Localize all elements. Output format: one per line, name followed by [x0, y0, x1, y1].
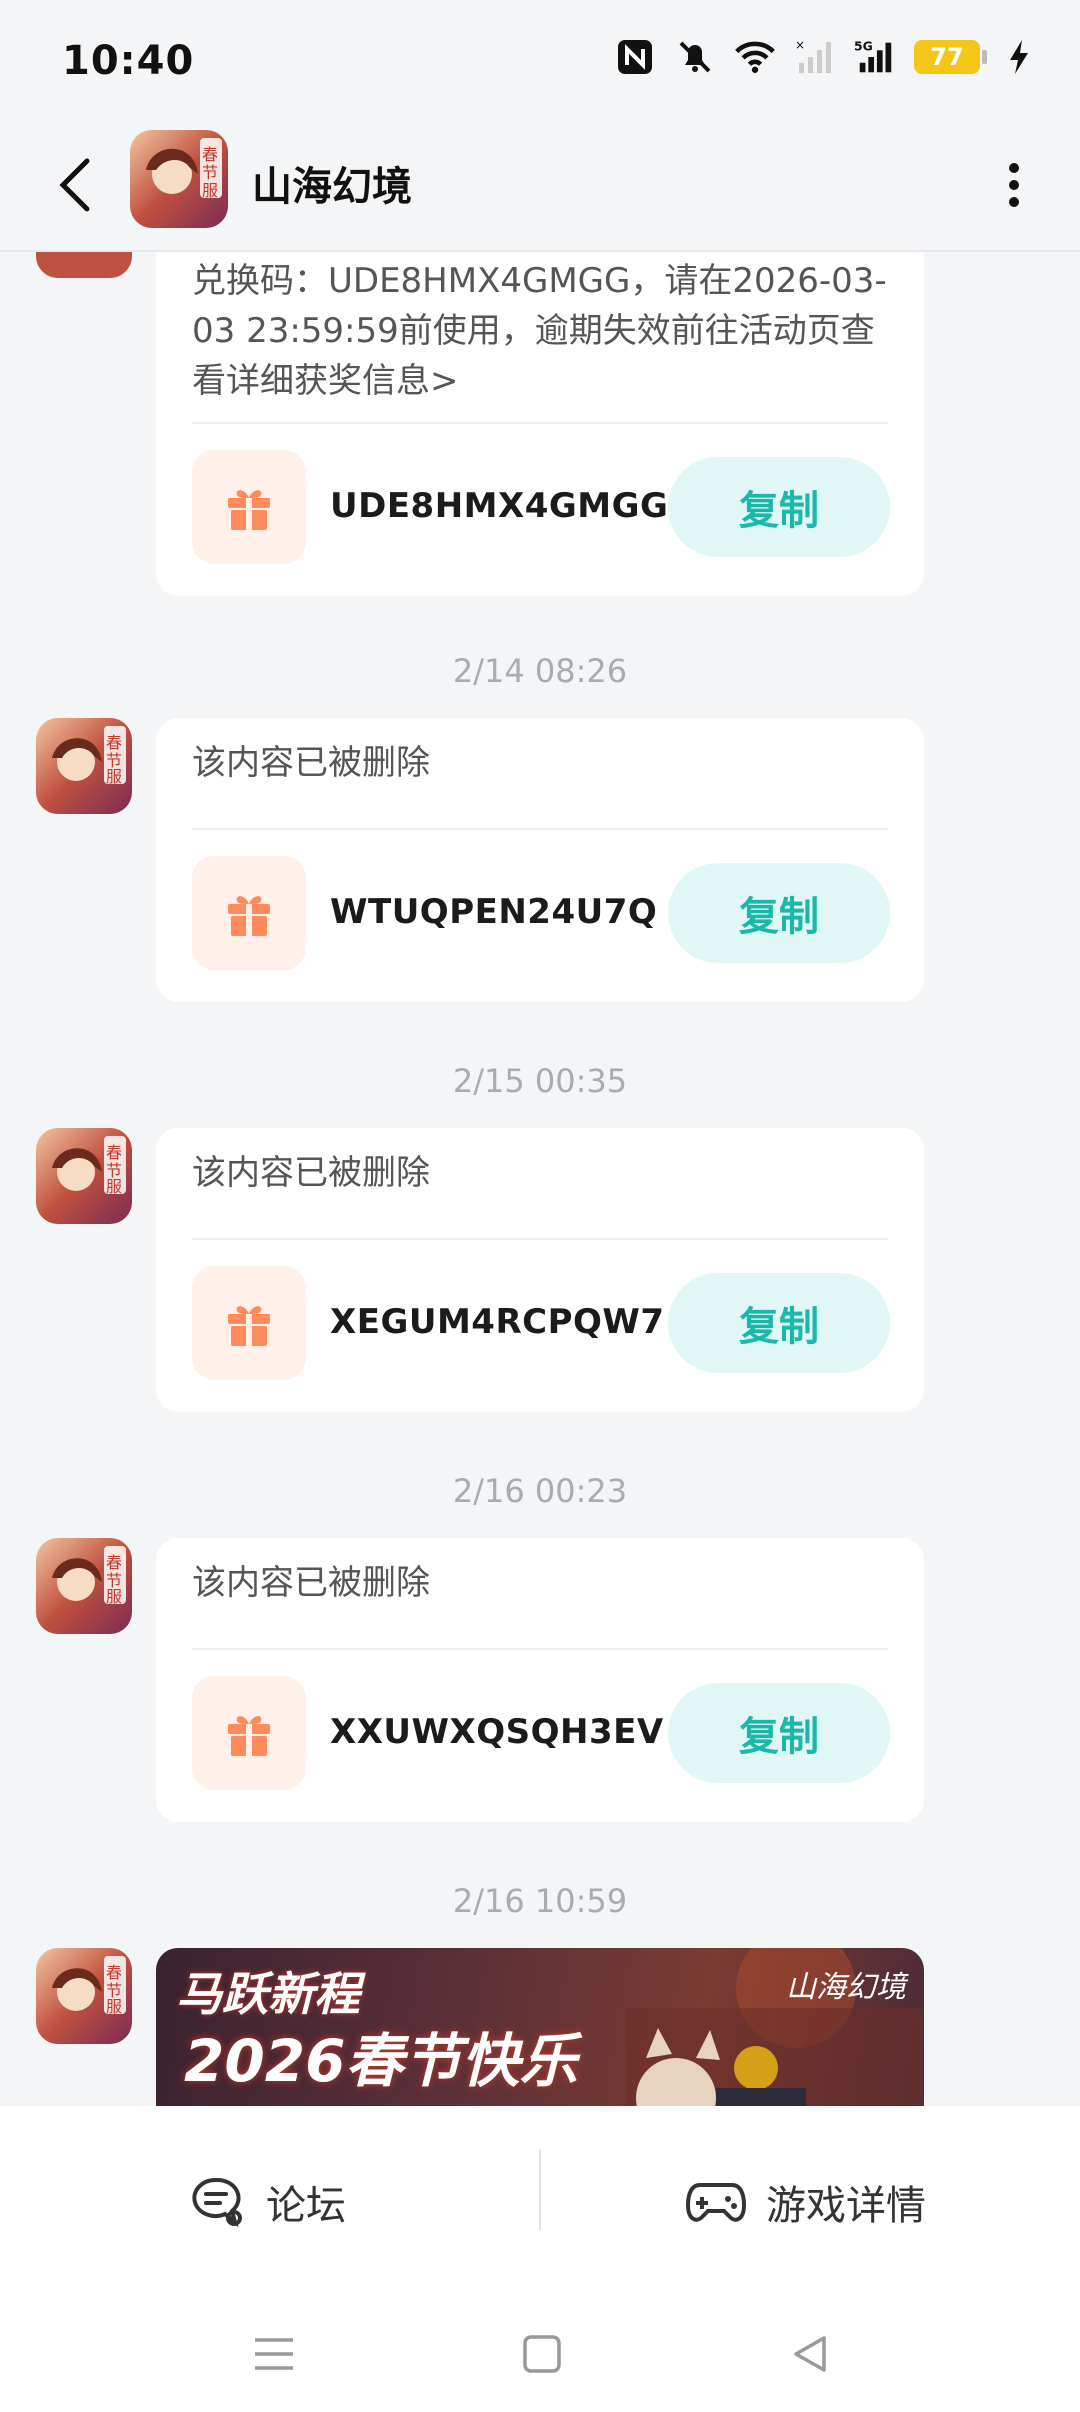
page-title: 山海幻境 — [252, 164, 412, 210]
card-divider — [192, 828, 888, 830]
gamepad-icon — [686, 2183, 746, 2222]
sender-avatar[interactable]: 春节服 — [36, 1128, 132, 1224]
sender-avatar[interactable]: 春节服 — [36, 1948, 132, 2044]
svg-text:服: 服 — [202, 181, 218, 200]
message-text: 该内容已被删除 — [192, 1153, 430, 1193]
game-avatar[interactable]: 春节服 — [130, 130, 228, 228]
svg-text:服: 服 — [106, 1177, 122, 1196]
card-divider — [192, 1238, 888, 1240]
nfc-icon — [614, 36, 656, 78]
svg-text:春: 春 — [202, 145, 218, 164]
home-button[interactable] — [512, 2324, 572, 2384]
recent-apps-button[interactable] — [244, 2324, 304, 2384]
gift-icon-box — [192, 856, 306, 970]
sender-avatar[interactable] — [36, 252, 132, 278]
message-text: 兑换码：UDE8HMX4GMGG，请在2026-03-03 23:59:59前使… — [192, 261, 887, 401]
message-timestamp: 2/16 00:23 — [452, 1472, 628, 1510]
status-bar: 10:40 × 5G 77 — [0, 0, 1080, 120]
gift-icon — [228, 896, 270, 936]
status-time: 10:40 — [62, 38, 195, 84]
message-card: 该内容已被删除 WTUQPEN24U7Q 复制 — [156, 718, 924, 1002]
home-square-icon — [523, 2335, 561, 2373]
signal-sim1-icon: × — [794, 36, 836, 78]
event-banner[interactable]: 马跃新程 2026春节快乐 山海幻境 — [156, 1948, 924, 2106]
card-divider — [192, 1648, 888, 1650]
message-card: 兑换码：UDE8HMX4GMGG，请在2026-03-03 23:59:59前使… — [156, 252, 924, 596]
back-arrow-icon — [59, 158, 90, 212]
banner-headline: 2026春节快乐 — [184, 2027, 578, 2095]
gift-icon — [228, 490, 270, 530]
sender-avatar[interactable]: 春节服 — [36, 1538, 132, 1634]
message-timestamp: 2/15 00:35 — [452, 1062, 628, 1100]
sender-avatar[interactable]: 春节服 — [36, 718, 132, 814]
forum-tab[interactable]: 论坛 — [190, 2162, 346, 2242]
charging-icon — [998, 36, 1040, 78]
redeem-code: XXUWXQSQH3EV — [330, 1712, 664, 1752]
card-divider — [192, 422, 888, 424]
chat-header: 春节服 山海幻境 — [0, 120, 1080, 252]
svg-text:春: 春 — [106, 1143, 122, 1162]
more-vertical-icon — [1009, 163, 1019, 207]
redeem-code: XEGUM4RCPQW7 — [330, 1302, 665, 1342]
svg-text:服: 服 — [106, 767, 122, 786]
copy-button[interactable]: 复制 — [668, 457, 890, 557]
message-text: 该内容已被删除 — [192, 1563, 430, 1603]
forum-label: 论坛 — [266, 2183, 346, 2229]
battery-level: 77 — [930, 43, 964, 71]
bottom-bar: 论坛 游戏详情 — [0, 2106, 1080, 2412]
redeem-code: UDE8HMX4GMGG — [330, 486, 669, 526]
gift-icon-box — [192, 1266, 306, 1380]
gift-icon — [228, 1716, 270, 1756]
message-text: 该内容已被删除 — [192, 743, 430, 783]
copy-button[interactable]: 复制 — [668, 1683, 890, 1783]
game-detail-tab[interactable]: 游戏详情 — [686, 2162, 926, 2242]
message-card: 该内容已被删除 XXUWXQSQH3EV 复制 — [156, 1538, 924, 1822]
message-timestamp: 2/16 10:59 — [452, 1882, 628, 1920]
svg-text:节: 节 — [202, 163, 218, 182]
redeem-code: WTUQPEN24U7Q — [330, 892, 658, 932]
message-timestamp: 2/14 08:26 — [452, 652, 628, 690]
battery-indicator: 77 — [914, 40, 987, 74]
svg-text:春: 春 — [106, 1553, 122, 1572]
svg-text:春: 春 — [106, 733, 122, 752]
nav-divider — [539, 2150, 541, 2230]
status-icons: × 5G 77 — [614, 36, 1040, 78]
svg-text:5G: 5G — [854, 38, 873, 53]
forum-icon — [192, 2177, 242, 2228]
signal-5g-icon: 5G — [854, 36, 896, 78]
svg-text:春: 春 — [106, 1963, 122, 1982]
triangle-back-icon — [794, 2336, 826, 2372]
gift-icon-box — [192, 450, 306, 564]
svg-text:服: 服 — [106, 1587, 122, 1606]
gift-icon — [228, 1306, 270, 1346]
mute-bell-icon — [674, 36, 716, 78]
message-list[interactable]: 兑换码：UDE8HMX4GMGG，请在2026-03-03 23:59:59前使… — [0, 252, 1080, 2106]
banner-logo: 山海幻境 — [786, 1970, 906, 2005]
more-options-button[interactable] — [984, 150, 1044, 220]
message-card: 该内容已被删除 XEGUM4RCPQW7 复制 — [156, 1128, 924, 1412]
wifi-icon — [734, 36, 776, 78]
menu-lines-icon — [255, 2338, 293, 2370]
svg-text:×: × — [795, 38, 805, 52]
svg-text:服: 服 — [106, 1997, 122, 2016]
copy-button[interactable]: 复制 — [668, 863, 890, 963]
copy-button[interactable]: 复制 — [668, 1273, 890, 1373]
game-detail-label: 游戏详情 — [766, 2183, 926, 2229]
gift-icon-box — [192, 1676, 306, 1790]
back-button[interactable] — [40, 150, 110, 220]
system-back-button[interactable] — [780, 2324, 840, 2384]
